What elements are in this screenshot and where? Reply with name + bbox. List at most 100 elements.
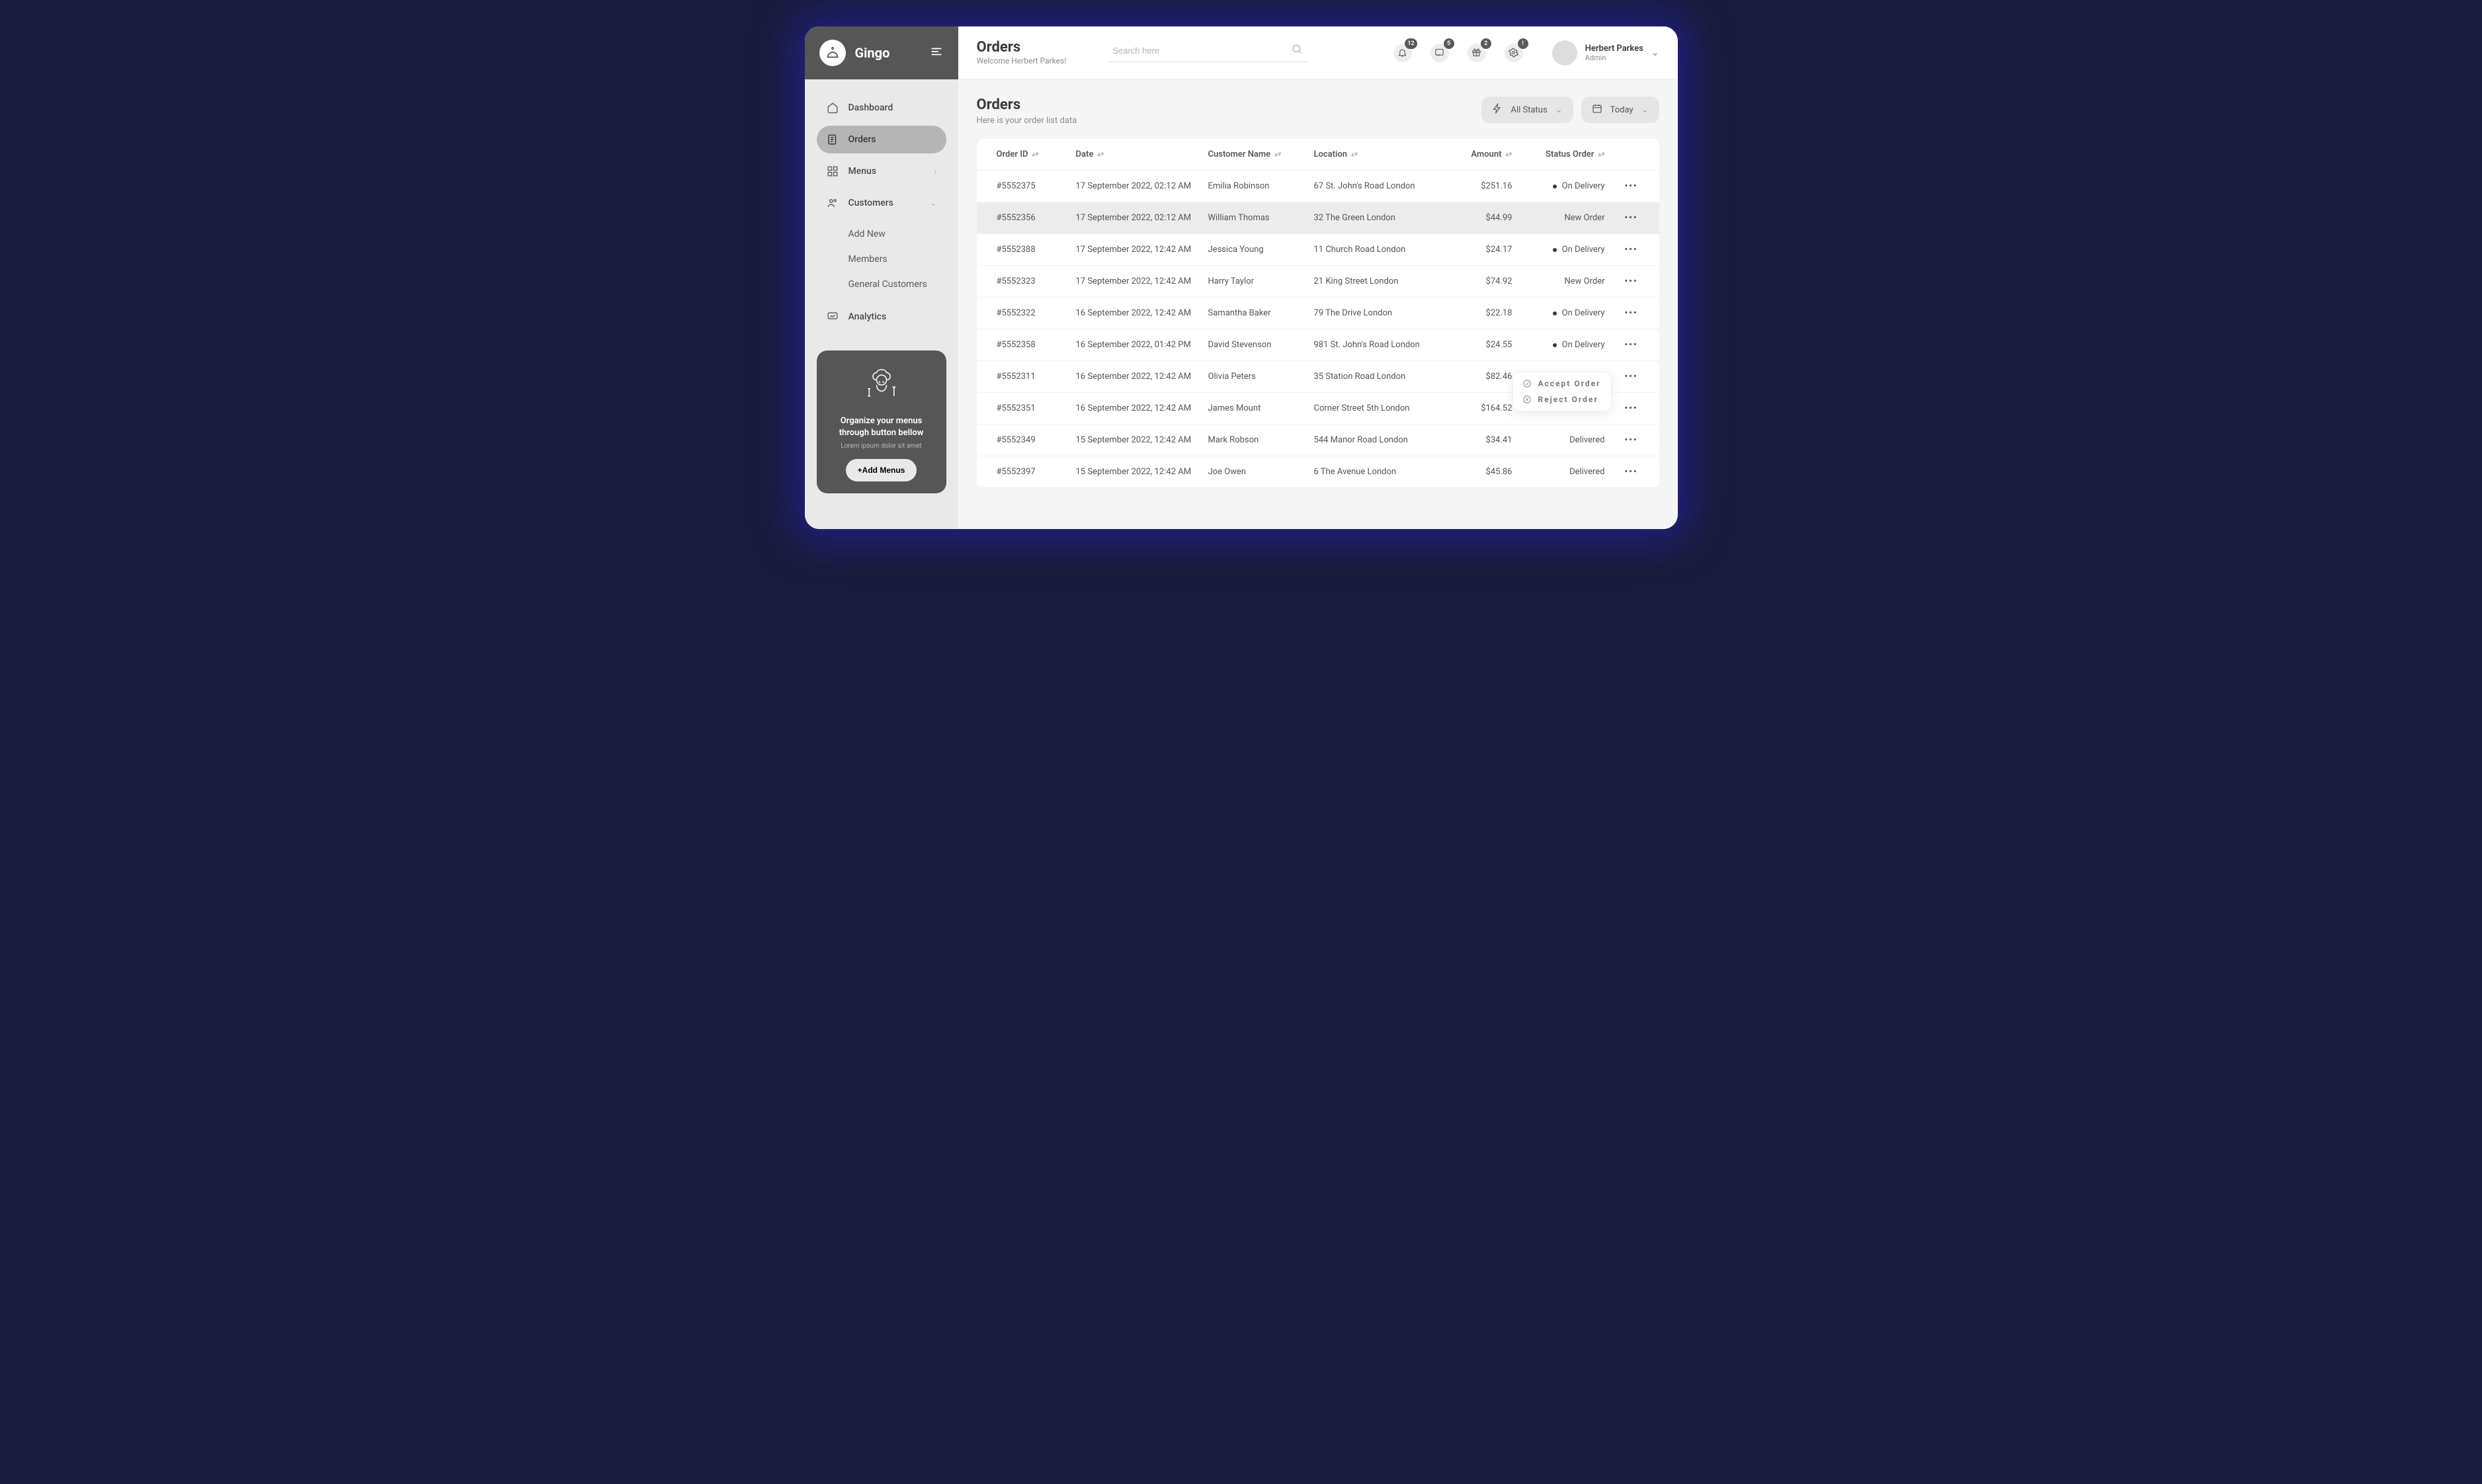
popover-label: Reject Order	[1538, 395, 1598, 404]
row-actions-button[interactable]: •••	[1605, 467, 1638, 477]
search-input[interactable]	[1112, 46, 1291, 56]
cell-location: 6 The Avenue London	[1314, 467, 1446, 477]
cell-amount: $164.52	[1446, 403, 1512, 413]
subnav-members[interactable]: Members	[848, 250, 946, 268]
subnav-add-new[interactable]: Add New	[848, 225, 946, 243]
table-row[interactable]: #5552323 17 September 2022, 12:42 AM Har…	[977, 266, 1659, 298]
calendar-icon	[1592, 103, 1602, 116]
sort-icon: ▴▾	[1032, 153, 1038, 157]
cell-customer: Emilia Robinson	[1208, 181, 1314, 191]
row-actions-button[interactable]: •••	[1605, 213, 1638, 223]
col-date[interactable]: Date▴▾	[1076, 149, 1208, 159]
row-actions-button[interactable]: •••	[1605, 276, 1638, 286]
cell-amount: $44.99	[1446, 213, 1512, 223]
col-status[interactable]: Status Order▴▾	[1512, 149, 1605, 159]
cell-amount: $74.92	[1446, 276, 1512, 286]
chef-icon	[860, 365, 903, 407]
nav-dashboard[interactable]: Dashboard	[817, 94, 946, 122]
row-actions-button[interactable]: •••	[1605, 435, 1638, 445]
app-window: Gingo Dashboard Orders Menus › Customers	[805, 26, 1678, 529]
brand-bar: Gingo	[805, 26, 958, 79]
cell-amount: $24.17	[1446, 245, 1512, 255]
status-dot	[1553, 343, 1557, 347]
cell-location: 79 The Drive London	[1314, 308, 1446, 318]
col-order-id[interactable]: Order ID▴▾	[997, 149, 1076, 159]
col-customer[interactable]: Customer Name▴▾	[1208, 149, 1314, 159]
row-actions-button[interactable]: ••• Accept Order Reject Order	[1605, 372, 1638, 382]
check-circle-icon	[1522, 379, 1532, 388]
subnav-general[interactable]: General Customers	[848, 275, 946, 294]
cell-location: 544 Manor Road London	[1314, 435, 1446, 445]
settings-button[interactable]: !	[1505, 44, 1523, 62]
cell-amount: $34.41	[1446, 435, 1512, 445]
nav-customers[interactable]: Customers ⌄	[817, 189, 946, 217]
badge: !	[1518, 38, 1528, 49]
col-location[interactable]: Location▴▾	[1314, 149, 1446, 159]
promo-subtitle: Lorem ipsum dolor sit amet	[826, 442, 937, 450]
cell-amount: $24.55	[1446, 340, 1512, 350]
sort-icon: ▴▾	[1351, 153, 1358, 157]
cell-order-id: #5552311	[997, 372, 1076, 382]
row-actions-button[interactable]: •••	[1605, 245, 1638, 255]
add-menus-button[interactable]: +Add Menus	[846, 459, 917, 481]
content: Orders Here is your order list data All …	[958, 79, 1678, 529]
cell-customer: Harry Taylor	[1208, 276, 1314, 286]
table-row[interactable]: #5552375 17 September 2022, 02:12 AM Emi…	[977, 171, 1659, 202]
gifts-button[interactable]: 2	[1468, 44, 1486, 62]
cell-order-id: #5552351	[997, 403, 1076, 413]
table-row[interactable]: #5552322 16 September 2022, 12:42 AM Sam…	[977, 298, 1659, 329]
col-amount[interactable]: Amount▴▾	[1446, 149, 1512, 159]
nav-menus[interactable]: Menus ›	[817, 157, 946, 185]
avatar	[1552, 40, 1577, 65]
sort-icon: ▴▾	[1598, 153, 1604, 157]
page-title: Orders	[977, 39, 1067, 56]
home-icon	[826, 102, 839, 114]
status-cell: Delivered	[1512, 435, 1605, 445]
reject-order-action[interactable]: Reject Order	[1522, 395, 1602, 404]
sidebar: Gingo Dashboard Orders Menus › Customers	[805, 26, 958, 529]
notifications-button[interactable]: 12	[1393, 44, 1412, 62]
row-popover: Accept Order Reject Order	[1512, 372, 1612, 411]
promo-title: Organize your menus through button bello…	[826, 415, 937, 438]
table-row[interactable]: #5552388 17 September 2022, 12:42 AM Jes…	[977, 234, 1659, 266]
cell-order-id: #5552397	[997, 467, 1076, 477]
search-box[interactable]	[1108, 43, 1307, 62]
cell-amount: $82.46	[1446, 372, 1512, 382]
analytics-icon	[826, 311, 839, 323]
table-row[interactable]: #5552358 16 September 2022, 01:42 PM Dav…	[977, 329, 1659, 361]
filter-status[interactable]: All Status ⌄	[1481, 97, 1573, 123]
menu-toggle-icon[interactable]	[929, 46, 944, 60]
user-menu[interactable]: Herbert Parkes Admin ⌄	[1552, 40, 1659, 65]
status-cell: On Delivery	[1512, 340, 1605, 350]
bolt-icon	[1492, 103, 1503, 116]
brand-name: Gingo	[855, 45, 890, 61]
table-row[interactable]: #5552397 15 September 2022, 12:42 AM Joe…	[977, 456, 1659, 488]
cell-location: 11 Church Road London	[1314, 245, 1446, 255]
topbar: Orders Welcome Herbert Parkes! 12 5 2	[958, 26, 1678, 79]
chevron-down-icon: ⌄	[1641, 105, 1649, 115]
nav-label: Analytics	[848, 311, 887, 322]
nav-label: Orders	[848, 134, 876, 145]
table-row[interactable]: #5552356 17 September 2022, 02:12 AM Wil…	[977, 202, 1659, 234]
cell-location: 35 Station Road London	[1314, 372, 1446, 382]
table-row[interactable]: #5552311 16 September 2022, 12:42 AM Oli…	[977, 361, 1659, 393]
cell-amount: $251.16	[1446, 181, 1512, 191]
filter-date[interactable]: Today ⌄	[1581, 97, 1659, 123]
cell-date: 16 September 2022, 12:42 AM	[1076, 308, 1208, 318]
row-actions-button[interactable]: •••	[1605, 340, 1638, 350]
cell-customer: Joe Owen	[1208, 467, 1314, 477]
table-row[interactable]: #5552349 15 September 2022, 12:42 AM Mar…	[977, 425, 1659, 456]
x-circle-icon	[1522, 395, 1532, 404]
cell-customer: Olivia Peters	[1208, 372, 1314, 382]
messages-button[interactable]: 5	[1430, 44, 1449, 62]
cell-order-id: #5552349	[997, 435, 1076, 445]
row-actions-button[interactable]: •••	[1605, 181, 1638, 191]
nav-orders[interactable]: Orders	[817, 126, 946, 153]
row-actions-button[interactable]: •••	[1605, 308, 1638, 318]
nav-analytics[interactable]: Analytics	[817, 303, 946, 331]
cell-location: Corner Street 5th London	[1314, 403, 1446, 413]
status-cell: New Order	[1512, 276, 1605, 286]
accept-order-action[interactable]: Accept Order	[1522, 379, 1602, 388]
welcome-text: Welcome Herbert Parkes!	[977, 56, 1067, 65]
filters: All Status ⌄ Today ⌄	[1481, 97, 1659, 123]
